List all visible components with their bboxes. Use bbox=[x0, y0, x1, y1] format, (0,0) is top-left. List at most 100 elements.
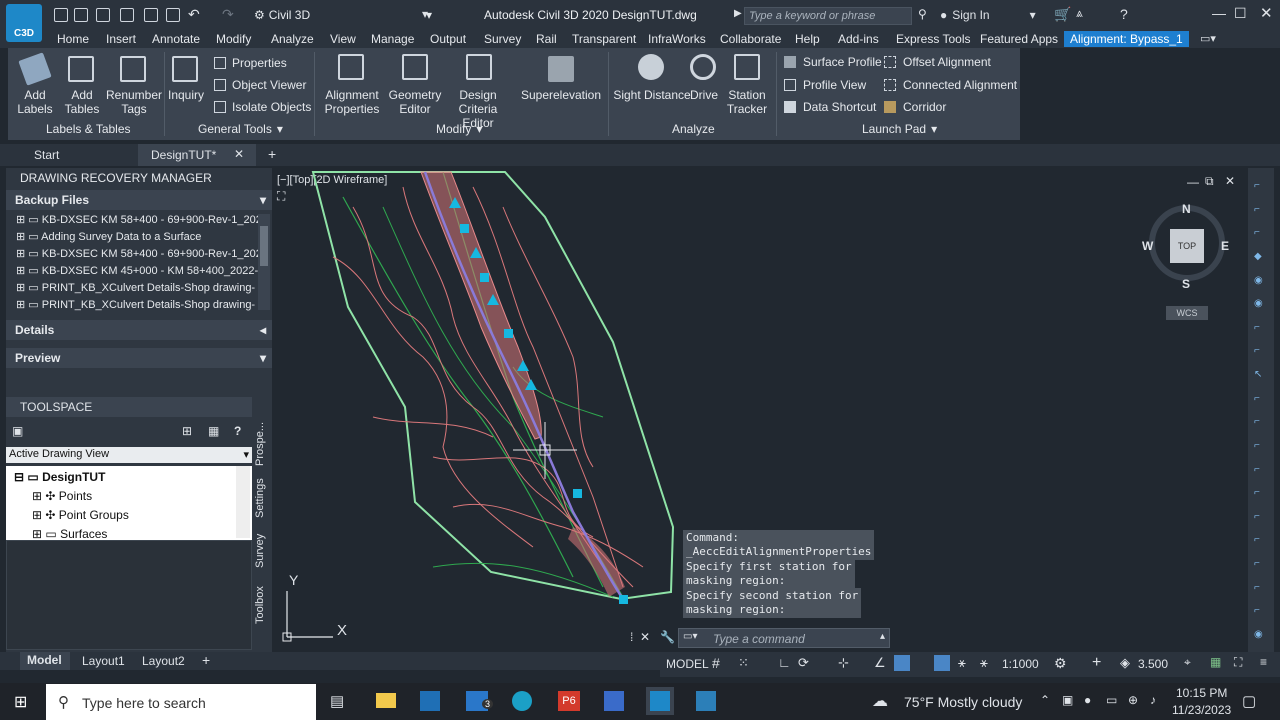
tool-icon[interactable]: ↖ bbox=[1254, 369, 1268, 380]
restore-icon[interactable]: ⧉ bbox=[1205, 174, 1214, 189]
tab-featured-apps[interactable]: Featured Apps bbox=[980, 31, 1058, 47]
list-item[interactable]: ⊞ ▭ Adding Survey Data to a Surface bbox=[16, 229, 201, 245]
plot-icon[interactable] bbox=[166, 8, 180, 22]
tab-prospector[interactable]: Prospe... bbox=[254, 422, 266, 466]
chevron-up-icon[interactable]: ⌃ bbox=[1040, 693, 1050, 707]
sign-in-button[interactable]: ● Sign In ▾ bbox=[940, 8, 1036, 22]
powershell-icon[interactable] bbox=[696, 691, 716, 711]
panel-title-launch-pad[interactable]: Launch Pad ▾ bbox=[862, 122, 937, 136]
properties-button[interactable]: Properties bbox=[214, 56, 287, 70]
tool-icon[interactable]: ⌐ bbox=[1254, 511, 1268, 522]
tool-icon[interactable]: ⌐ bbox=[1254, 558, 1268, 569]
app-icon-blue[interactable] bbox=[604, 691, 624, 711]
annotation-value[interactable]: 3.500 bbox=[1138, 657, 1168, 671]
new-icon[interactable] bbox=[54, 8, 68, 22]
tab-settings[interactable]: Settings bbox=[254, 478, 266, 518]
tool-icon[interactable]: ⌐ bbox=[1254, 464, 1268, 475]
tab-express-tools[interactable]: Express Tools bbox=[896, 31, 970, 47]
ortho-icon[interactable]: ∟ bbox=[778, 655, 791, 670]
windows-start-icon[interactable]: ⊞ bbox=[14, 692, 27, 712]
file-explorer-icon[interactable] bbox=[376, 693, 396, 708]
tab-modify[interactable]: Modify bbox=[216, 31, 251, 47]
tool-icon[interactable]: ⌐ bbox=[1254, 582, 1268, 593]
preview-header[interactable]: Preview ▾ bbox=[6, 348, 272, 368]
lineweight-icon[interactable]: ∠ bbox=[874, 655, 886, 671]
tool-icon[interactable]: ⌐ bbox=[1254, 440, 1268, 451]
tree-root[interactable]: ⊟ ▭ DesignTUT bbox=[14, 470, 105, 484]
network-icon[interactable]: ⊕ bbox=[1128, 693, 1138, 707]
alignment-grip[interactable] bbox=[573, 489, 582, 498]
list-item[interactable]: ⊞ ▭ KB-DXSEC KM 58+400 - 69+900-Rev-1_20… bbox=[16, 246, 262, 262]
cloud-icon[interactable] bbox=[144, 8, 158, 22]
osnap-icon[interactable]: ⊹ bbox=[838, 655, 849, 671]
tab-infraworks[interactable]: InfraWorks bbox=[648, 31, 706, 47]
minimize-icon[interactable]: — bbox=[1187, 175, 1199, 189]
geometry-editor-button[interactable]: Geometry Editor bbox=[388, 88, 442, 116]
help-icon[interactable]: ? bbox=[234, 424, 241, 438]
sight-distance-button[interactable]: Sight Distance bbox=[612, 88, 692, 102]
civil3d-taskbar-icon[interactable] bbox=[646, 687, 674, 715]
renumber-tags-button[interactable]: Renumber Tags bbox=[104, 88, 164, 116]
tab-layout2[interactable]: Layout2 bbox=[142, 654, 185, 668]
tool-icon[interactable]: ⌐ bbox=[1254, 345, 1268, 356]
tool-icon[interactable]: ◉ bbox=[1254, 275, 1268, 286]
connected-alignment-button[interactable]: Connected Alignment bbox=[884, 78, 1017, 92]
customize-icon[interactable]: ≡ bbox=[1260, 655, 1267, 669]
corridor-button[interactable]: Corridor bbox=[884, 100, 946, 114]
tab-home[interactable]: Home bbox=[57, 31, 89, 47]
surface-profile-button[interactable]: Surface Profile bbox=[784, 55, 882, 69]
view-select[interactable]: Active Drawing View ▾ bbox=[6, 447, 252, 463]
tab-collaborate[interactable]: Collaborate bbox=[720, 31, 781, 47]
tab-manage[interactable]: Manage bbox=[371, 31, 414, 47]
workspace-selector[interactable]: ⚙ Civil 3D ▾ bbox=[254, 6, 432, 24]
add-tables-button[interactable]: Add Tables bbox=[62, 88, 102, 116]
tool-icon[interactable]: ⌐ bbox=[1254, 204, 1268, 215]
volume-icon[interactable]: ♪ bbox=[1150, 693, 1156, 707]
object-viewer-button[interactable]: Object Viewer bbox=[214, 78, 306, 92]
station-tracker-button[interactable]: Station Tracker bbox=[724, 88, 770, 116]
edge-icon[interactable] bbox=[512, 691, 532, 711]
tool-icon[interactable]: ◆ bbox=[1254, 251, 1268, 262]
data-shortcut-button[interactable]: Data Shortcut bbox=[784, 100, 876, 114]
viewcube-north[interactable]: N bbox=[1182, 202, 1191, 216]
tool-icon[interactable]: ⌐ bbox=[1254, 416, 1268, 427]
battery-icon[interactable]: ▭ bbox=[1106, 693, 1117, 707]
maximize-icon[interactable]: ☐ bbox=[1234, 5, 1247, 22]
grip-handle-icon[interactable]: ⁞ bbox=[630, 630, 633, 644]
model-space-button[interactable]: MODEL bbox=[666, 657, 709, 671]
tab-survey[interactable]: Survey bbox=[254, 534, 266, 568]
tab-rail[interactable]: Rail bbox=[536, 31, 557, 47]
isolate-objects-button[interactable]: Isolate Objects bbox=[214, 100, 311, 114]
inquiry-button[interactable]: Inquiry bbox=[166, 88, 206, 102]
annotation-scale[interactable]: 1:1000 bbox=[1002, 657, 1039, 671]
tab-designtut[interactable]: DesignTUT* ✕ bbox=[138, 144, 256, 166]
grid-icon[interactable]: ▦ bbox=[208, 424, 219, 438]
notifications-icon[interactable]: ▢ bbox=[1242, 692, 1256, 710]
app-icon[interactable]: C3D bbox=[6, 4, 42, 42]
viewcube-south[interactable]: S bbox=[1182, 277, 1190, 291]
tool-icon[interactable]: ⌐ bbox=[1254, 322, 1268, 333]
cart-icon[interactable]: 🛒 bbox=[1054, 6, 1071, 23]
qa-customize-icon[interactable]: ▾ bbox=[422, 7, 428, 21]
close-icon[interactable]: ✕ bbox=[640, 630, 650, 644]
tab-addins[interactable]: Add-ins bbox=[838, 31, 879, 47]
alignment-grip[interactable] bbox=[460, 224, 469, 233]
panel-title-modify[interactable]: Modify ▾ bbox=[436, 122, 482, 136]
tab-help[interactable]: Help bbox=[795, 31, 820, 47]
tab-alignment-contextual[interactable]: Alignment: Bypass_1 bbox=[1064, 31, 1189, 47]
task-view-icon[interactable]: ▤ bbox=[330, 692, 344, 710]
grid-icon[interactable]: # bbox=[712, 655, 720, 671]
network-icon[interactable]: ⩓ bbox=[1076, 6, 1083, 21]
wrench-icon[interactable]: 🔧 bbox=[660, 630, 675, 644]
scrollbar-thumb[interactable] bbox=[260, 226, 268, 266]
store-icon[interactable] bbox=[420, 691, 440, 711]
tree-item-surfaces[interactable]: ⊞ ▭ Surfaces bbox=[32, 527, 107, 540]
fullscreen-icon[interactable]: ⛶ bbox=[1234, 655, 1242, 670]
primavera-icon[interactable]: P6 bbox=[558, 691, 580, 711]
selection-cycling-icon[interactable] bbox=[894, 655, 910, 671]
tool-icon[interactable]: ⌐ bbox=[1254, 393, 1268, 404]
alignment-grip[interactable] bbox=[480, 273, 489, 282]
tool-icon[interactable]: ⌐ bbox=[1254, 534, 1268, 545]
search-input[interactable]: Type a keyword or phrase bbox=[744, 7, 912, 25]
add-layout-icon[interactable]: + bbox=[202, 652, 210, 668]
